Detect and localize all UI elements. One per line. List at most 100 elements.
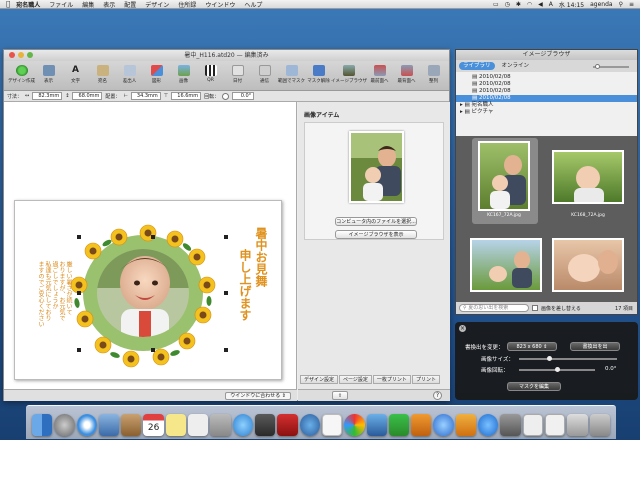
tab-single-print[interactable]: 一枚プリント: [372, 375, 411, 384]
calendar-icon[interactable]: 26: [143, 414, 164, 436]
tree-item[interactable]: ▤ 2010/02/08: [456, 88, 637, 95]
messages-icon[interactable]: [232, 414, 253, 436]
menu-view[interactable]: 表示: [103, 0, 115, 9]
menu-design[interactable]: デザイン: [145, 0, 169, 9]
search-input[interactable]: ⚲ 夏の思い出を検索: [459, 304, 529, 312]
rotate-dial-icon[interactable]: [222, 92, 230, 100]
preview-icon[interactable]: [210, 414, 231, 436]
keynote-icon[interactable]: [366, 414, 387, 436]
send-back-button[interactable]: 最背面へ: [393, 61, 420, 84]
minimize-icon[interactable]: [18, 52, 24, 58]
thumb-size-slider[interactable]: [593, 64, 629, 69]
seg-online[interactable]: オンライン: [498, 62, 534, 70]
thumbnail[interactable]: [470, 238, 542, 292]
volume-icon[interactable]: ◀: [538, 1, 543, 8]
facetime-icon[interactable]: [254, 414, 276, 436]
user-name[interactable]: agenda: [590, 1, 612, 8]
greeting-heading-2[interactable]: 申し上げます: [237, 249, 254, 321]
selection-handle[interactable]: [151, 348, 155, 352]
pages-icon[interactable]: [411, 414, 432, 436]
seg-library[interactable]: ライブラリ: [459, 62, 495, 70]
menu-addressbook[interactable]: 住所録: [178, 0, 196, 9]
zoom-select[interactable]: ウインドウに合わせる ⇕: [225, 392, 291, 400]
slider-knob[interactable]: [595, 64, 600, 69]
sunflower-wreath-image[interactable]: [63, 223, 223, 371]
menu-window[interactable]: ウインドウ: [205, 0, 235, 9]
menu-arrange[interactable]: 配置: [124, 0, 136, 9]
thumbnail[interactable]: [552, 238, 624, 292]
selection-handle[interactable]: [224, 348, 228, 352]
choose-file-button[interactable]: コンピュータ内のファイルを選択...: [335, 217, 417, 226]
finder-icon[interactable]: [32, 414, 53, 436]
safari-icon[interactable]: [76, 414, 97, 436]
address-button[interactable]: 宛名: [89, 61, 116, 84]
close-icon[interactable]: [9, 52, 15, 58]
show-browser-button[interactable]: イメージブラウザを表示: [335, 230, 417, 239]
tree-item[interactable]: ▸ ▤ 宛名職人: [456, 102, 637, 109]
shape-button[interactable]: 図形: [143, 61, 170, 84]
atena-shokunin-icon[interactable]: [522, 414, 543, 436]
selection-handle[interactable]: [77, 235, 81, 239]
share-icon[interactable]: ⇪: [332, 391, 348, 400]
textedit-icon[interactable]: [321, 414, 343, 436]
view-button[interactable]: 表示: [35, 61, 62, 84]
qr-button[interactable]: QR: [197, 61, 224, 83]
timemachine-icon[interactable]: ◷: [505, 1, 510, 8]
image-browser-button[interactable]: イメージブラウザ: [331, 61, 367, 84]
selection-handle[interactable]: [77, 291, 81, 295]
ibooks-icon[interactable]: [455, 414, 476, 436]
image-size-slider[interactable]: [519, 356, 617, 361]
selection-handle[interactable]: [224, 291, 228, 295]
height-field[interactable]: 68.0mm: [72, 92, 103, 100]
tree-item[interactable]: ▤ 2010/02/08: [456, 74, 637, 81]
help-icon[interactable]: ?: [433, 391, 442, 400]
align-button[interactable]: 整列: [420, 61, 447, 84]
x-field[interactable]: 34.3mm: [130, 92, 161, 100]
apple-icon[interactable]: : [6, 0, 10, 8]
design-create-button[interactable]: デザイン作成: [8, 61, 35, 84]
selection-handle[interactable]: [224, 235, 228, 239]
export-button[interactable]: 書換出を出: [570, 342, 620, 351]
greeting-body[interactable]: 厳しい暑さが続いて おりますが、お元気で 過ごしでしょうか 私達も元気にしており…: [37, 261, 73, 361]
replace-checkbox[interactable]: [532, 305, 538, 311]
tab-design-settings[interactable]: デザイン設定: [300, 375, 339, 384]
appstore-icon[interactable]: [478, 414, 499, 436]
app-icon[interactable]: [299, 414, 320, 436]
tree-item[interactable]: ▤ 2010/02/08: [456, 81, 637, 88]
numbers-icon[interactable]: [388, 414, 410, 436]
itunes-icon[interactable]: [433, 414, 454, 436]
menu-app[interactable]: 宛名職人: [16, 0, 40, 9]
postcard[interactable]: 暑中お見舞 申し上げます 厳しい暑さが続いて おりますが、お元気で 過ごしでしょ…: [14, 200, 282, 380]
unmask-button[interactable]: マスク解除: [305, 61, 332, 84]
y-field[interactable]: 16.6mm: [171, 92, 202, 100]
contacts-icon[interactable]: [121, 414, 142, 436]
menu-help[interactable]: ヘルプ: [244, 0, 262, 9]
trash-icon[interactable]: [589, 414, 610, 436]
rotation-field[interactable]: 0.0°: [232, 92, 255, 100]
wifi-icon[interactable]: ◠: [527, 1, 532, 8]
list-icon[interactable]: ≡: [629, 1, 634, 8]
sender-button[interactable]: 差出人: [116, 61, 143, 84]
menu-edit[interactable]: 編集: [82, 0, 94, 9]
zoom-icon[interactable]: [27, 52, 33, 58]
close-icon[interactable]: ×: [459, 325, 466, 332]
slider-knob[interactable]: [547, 356, 552, 361]
text-button[interactable]: A 文字: [62, 61, 89, 84]
selection-handle[interactable]: [151, 235, 155, 239]
slider-knob[interactable]: [555, 367, 560, 372]
downloads-icon[interactable]: [567, 414, 588, 436]
input-icon[interactable]: A: [549, 1, 553, 8]
launchpad-icon[interactable]: [54, 414, 75, 436]
reminders-icon[interactable]: [188, 414, 209, 436]
menu-file[interactable]: ファイル: [49, 0, 73, 9]
tree-item-selected[interactable]: ▤ 2010/02/08: [456, 95, 637, 102]
rotate-slider[interactable]: [519, 367, 595, 372]
tree-item[interactable]: ▸ ▤ ピクチャ: [456, 109, 637, 116]
notes-icon[interactable]: [165, 414, 187, 436]
mail-icon[interactable]: [98, 414, 120, 436]
tab-page-settings[interactable]: ページ設定: [339, 375, 372, 384]
edit-mask-button[interactable]: マスクを編集: [507, 382, 561, 391]
app-icon[interactable]: [277, 414, 298, 436]
size-select[interactable]: 823 x 680 ⇕: [507, 342, 557, 351]
selection-handle[interactable]: [77, 348, 81, 352]
